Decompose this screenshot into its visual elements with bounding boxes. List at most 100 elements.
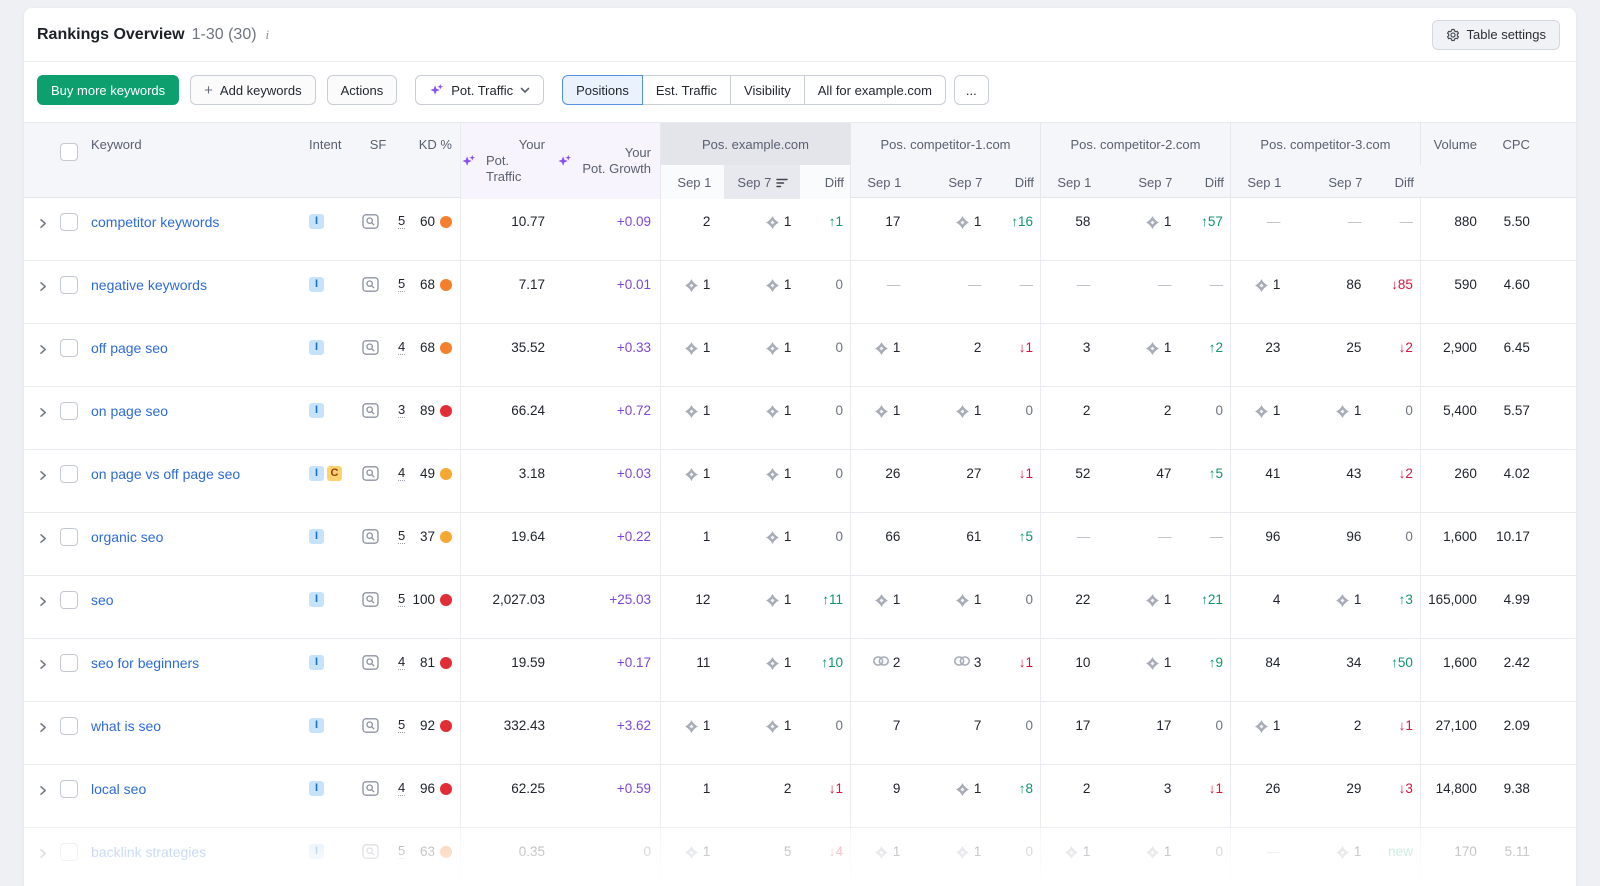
expand-row-button[interactable] [24, 324, 60, 386]
expand-row-button[interactable] [24, 387, 60, 449]
position-cell: 1 [1103, 324, 1179, 386]
kd-value: 63 [420, 844, 435, 859]
keyword-link[interactable]: what is seo [86, 718, 161, 735]
keyword-link[interactable]: seo [86, 592, 114, 609]
volume-column-header[interactable]: Volume [1420, 123, 1490, 165]
sf-cell: 5 [354, 828, 402, 886]
keyword-link[interactable]: seo for beginners [86, 655, 199, 672]
intent-column-header[interactable]: Intent [268, 123, 354, 165]
actions-button[interactable]: Actions [327, 75, 398, 105]
cpc-column-header[interactable]: CPC [1490, 123, 1552, 165]
subcol-header-sep-1[interactable]: Sep 1 [661, 165, 724, 199]
metric-dropdown[interactable]: Pot. Traffic [415, 75, 544, 105]
tabs-more-button[interactable]: ... [954, 75, 989, 105]
buy-more-keywords-button[interactable]: Buy more keywords [37, 75, 179, 105]
expand-row-button[interactable] [24, 261, 60, 323]
table-settings-button[interactable]: Table settings [1432, 20, 1561, 50]
subcol-header-sep-1[interactable]: Sep 1 [851, 165, 914, 199]
subcol-header-sep-7[interactable]: Sep 7 [914, 165, 990, 199]
subcol-header-sep-7[interactable]: Sep 7 [1104, 165, 1180, 199]
serp-feature-position-icon [1145, 593, 1160, 608]
expand-row-button[interactable] [24, 828, 60, 886]
keyword-link[interactable]: competitor keywords [86, 214, 219, 231]
position-cell: 1 [660, 828, 723, 886]
pot-growth-value: +0.03 [617, 466, 651, 481]
keyword-column-header[interactable]: Keyword [86, 123, 268, 165]
expand-row-button[interactable] [24, 576, 60, 638]
keyword-link[interactable]: on page vs off page seo [86, 466, 240, 483]
diff-cell: — [1369, 198, 1420, 260]
subcol-header-sep-1[interactable]: Sep 1 [1041, 165, 1104, 199]
subcol-header-sep-7[interactable]: Sep 7 [1294, 165, 1370, 199]
row-checkbox[interactable] [60, 402, 78, 420]
expand-row-button[interactable] [24, 513, 60, 575]
row-checkbox[interactable] [60, 276, 78, 294]
expand-row-button[interactable] [24, 765, 60, 827]
sf-column-header[interactable]: SF [354, 123, 402, 165]
diff-value: ↓4 [829, 844, 843, 859]
tab-all-for-example-com[interactable]: All for example.com [804, 75, 946, 105]
row-checkbox[interactable] [60, 717, 78, 735]
diff-value: ↑10 [821, 655, 843, 670]
keyword-link[interactable]: local seo [86, 781, 146, 798]
serp-feature-position-icon [684, 845, 699, 860]
view-tabs: PositionsEst. TrafficVisibilityAll for e… [562, 75, 989, 105]
keyword-link[interactable]: negative keywords [86, 277, 207, 294]
row-checkbox[interactable] [60, 528, 78, 546]
expand-row-button[interactable] [24, 702, 60, 764]
select-all-checkbox[interactable] [60, 143, 78, 161]
kd-value: 68 [420, 340, 435, 355]
pot-traffic-column-header[interactable]: YourPot. Traffic [460, 123, 554, 199]
kd-column-header[interactable]: KD % [402, 123, 460, 165]
kd-dot-icon [440, 657, 452, 669]
subcol-header-diff[interactable]: Diff [1370, 165, 1421, 199]
keyword-link[interactable]: off page seo [86, 340, 168, 357]
keyword-link[interactable]: backlink strategies [86, 844, 206, 861]
row-checkbox[interactable] [60, 339, 78, 357]
subcol-header-diff[interactable]: Diff [990, 165, 1041, 199]
pot-traffic-value: 62.25 [511, 781, 545, 796]
position-cell: 7 [913, 702, 989, 764]
position-value: 1 [784, 718, 792, 733]
position-cell: 2 [1040, 765, 1103, 827]
info-icon[interactable]: i [264, 27, 272, 43]
subcol-header-diff[interactable]: Diff [800, 165, 851, 199]
pot-growth-column-header[interactable]: YourPot. Growth [554, 123, 660, 199]
expand-row-button[interactable] [24, 198, 60, 260]
subcol-header-sep-1[interactable]: Sep 1 [1231, 165, 1294, 199]
subcol-header-diff[interactable]: Diff [1180, 165, 1231, 199]
row-checkbox[interactable] [60, 654, 78, 672]
row-checkbox[interactable] [60, 591, 78, 609]
diff-value: 0 [1405, 403, 1413, 418]
diff-cell: ↓1 [989, 639, 1040, 701]
row-checkbox[interactable] [60, 843, 78, 861]
kd-cell: 92 [402, 702, 460, 764]
pot-traffic-value: 332.43 [504, 718, 545, 733]
intent-badge-i: I [309, 403, 324, 418]
tab-visibility[interactable]: Visibility [730, 75, 805, 105]
position-value: 2 [974, 340, 982, 355]
serp-feature-position-icon [1335, 593, 1350, 608]
serp-feature-position-icon [1145, 845, 1160, 860]
intent-badge-i: I [309, 529, 324, 544]
serp-feature-position-icon [684, 341, 699, 356]
expand-row-button[interactable] [24, 639, 60, 701]
kd-value: 96 [420, 781, 435, 796]
tab-est-traffic[interactable]: Est. Traffic [642, 75, 731, 105]
pot-growth-value: +0.01 [617, 277, 651, 292]
pot-traffic-cell: 2,027.03 [460, 576, 554, 638]
position-cell: 61 [913, 513, 989, 575]
row-checkbox[interactable] [60, 213, 78, 231]
subcol-header-sep-7[interactable]: Sep 7 [724, 165, 800, 199]
group-label: Pos. competitor-1.com [851, 123, 1040, 165]
position-cell: 2 [1103, 387, 1179, 449]
keyword-link[interactable]: organic seo [86, 529, 163, 546]
row-checkbox[interactable] [60, 780, 78, 798]
tab-positions[interactable]: Positions [562, 75, 643, 105]
keyword-link[interactable]: on page seo [86, 403, 168, 420]
expand-row-button[interactable] [24, 450, 60, 512]
row-checkbox[interactable] [60, 465, 78, 483]
position-value: 1 [893, 403, 901, 418]
chevron-down-icon [520, 87, 530, 94]
add-keywords-button[interactable]: + Add keywords [190, 75, 315, 105]
